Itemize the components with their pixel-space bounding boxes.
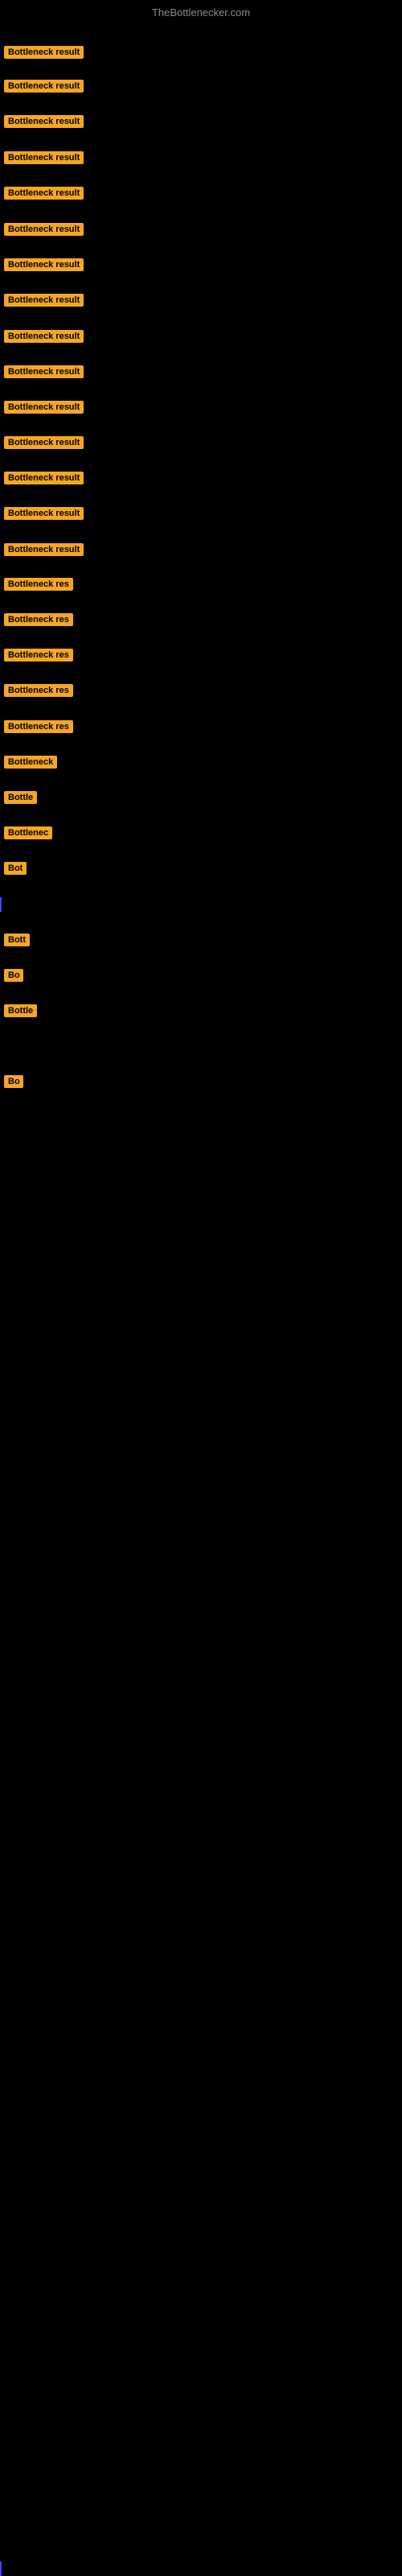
bottleneck-badge: Bottleneck result	[4, 401, 84, 414]
bottleneck-badge: Bottleneck result	[4, 436, 84, 449]
bottleneck-badge: Bottleneck result	[4, 294, 84, 307]
bottleneck-badge: Bottleneck result	[4, 187, 84, 200]
bottleneck-badge: Bottleneck result	[4, 330, 84, 343]
bottleneck-badge: Bot	[4, 862, 27, 875]
bottleneck-badge: Bottleneck res	[4, 684, 73, 697]
bottleneck-badge: Bottleneck result	[4, 543, 84, 556]
bottleneck-badge: Bottleneck res	[4, 613, 73, 626]
bottleneck-badge: Bottleneck res	[4, 578, 73, 591]
bottleneck-badge: Bottleneck result	[4, 365, 84, 378]
bottleneck-badge: Bo	[4, 1075, 23, 1088]
bottleneck-badge: Bott	[4, 934, 30, 946]
cursor-line	[0, 2562, 2, 2576]
bottleneck-badge: Bottleneck result	[4, 223, 84, 236]
bottleneck-badge: Bottleneck result	[4, 46, 84, 59]
cursor-line	[0, 897, 2, 912]
bottleneck-badge: Bottle	[4, 791, 37, 804]
bottleneck-badge: Bottleneck res	[4, 649, 73, 662]
bottleneck-badge: Bottleneck result	[4, 507, 84, 520]
bottleneck-badge: Bottle	[4, 1004, 37, 1017]
site-title: TheBottlenecker.com	[0, 6, 402, 19]
bottleneck-badge: Bottleneck res	[4, 720, 73, 733]
bottleneck-badge: Bottleneck result	[4, 258, 84, 271]
bottleneck-badge: Bottlenec	[4, 826, 52, 839]
bottleneck-badge: Bottleneck result	[4, 472, 84, 484]
bottleneck-badge: Bottleneck result	[4, 115, 84, 128]
bottleneck-badge: Bottleneck result	[4, 80, 84, 93]
bottleneck-badge: Bottleneck result	[4, 151, 84, 164]
bottleneck-badge: Bottleneck	[4, 756, 57, 769]
bottleneck-badge: Bo	[4, 969, 23, 982]
